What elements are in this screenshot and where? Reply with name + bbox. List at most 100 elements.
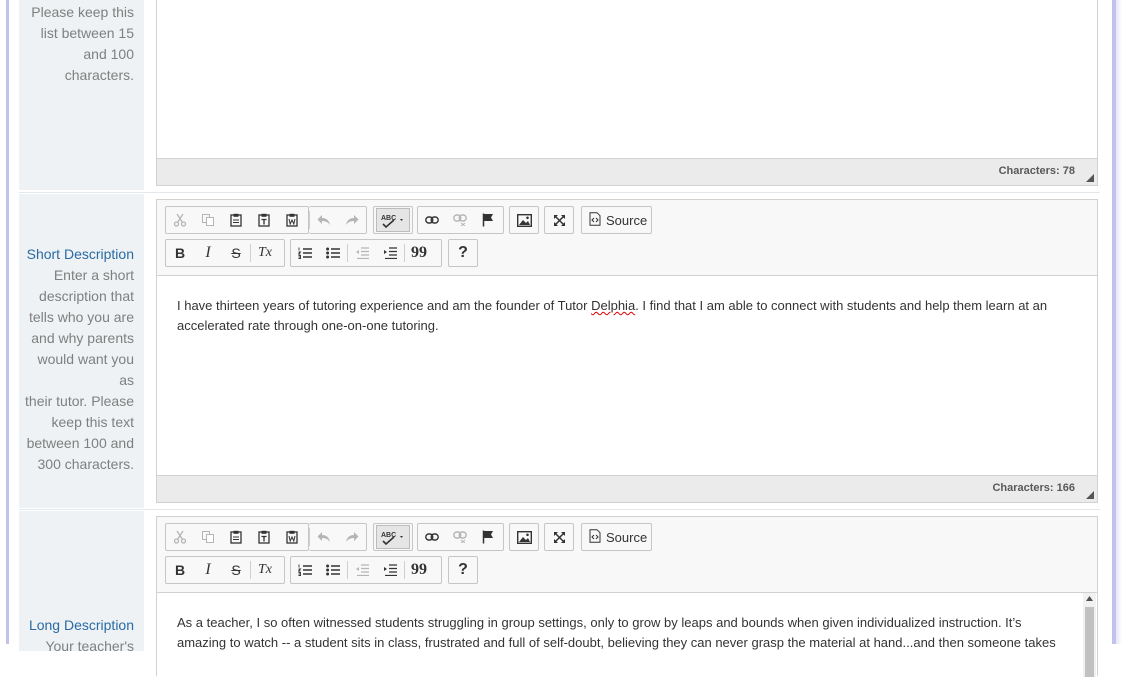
bold-icon[interactable]: B: [166, 240, 194, 266]
image-group: [509, 523, 539, 551]
list-group: 99: [290, 239, 442, 267]
source-button[interactable]: Source: [582, 528, 654, 546]
link-group: [417, 206, 504, 234]
link-icon[interactable]: [418, 524, 446, 550]
editor-toolbar: ABC Source B I S Tx 99 ?: [157, 517, 1097, 593]
source-button[interactable]: Source: [582, 211, 654, 229]
vertical-scrollbar[interactable]: [1083, 593, 1096, 677]
short-description-paragraph: I have thirteen years of tutoring experi…: [177, 298, 1048, 333]
numbered-list-icon[interactable]: [291, 557, 319, 583]
paste-text-icon[interactable]: [250, 524, 278, 550]
blockquote-icon[interactable]: 99: [405, 240, 433, 266]
image-icon[interactable]: [510, 207, 538, 233]
maximize-group: [544, 206, 574, 234]
long-description-paragraph: As a teacher, I so often witnessed stude…: [177, 615, 1056, 650]
undo-icon[interactable]: [310, 207, 338, 233]
source-group: Source: [581, 523, 652, 551]
help-icon[interactable]: ?: [449, 240, 477, 266]
paste-icon[interactable]: [222, 524, 250, 550]
redo-icon[interactable]: [338, 524, 366, 550]
strike-icon[interactable]: S: [222, 557, 250, 583]
maximize-icon[interactable]: [545, 524, 573, 550]
short-description-editor: ABC Source B I S Tx 99 ? I have thirteen…: [156, 199, 1098, 503]
long-description-content[interactable]: As a teacher, I so often witnessed stude…: [157, 593, 1097, 677]
blockquote-icon[interactable]: 99: [405, 557, 433, 583]
short-description-content[interactable]: I have thirteen years of tutoring experi…: [157, 276, 1097, 476]
long-description-title: Long Description: [28, 617, 134, 633]
list-help-text: Please keep this list between 15 and 100…: [31, 4, 134, 83]
spellcheck-group: ABC: [373, 523, 413, 551]
cut-icon[interactable]: [166, 524, 194, 550]
help-group: ?: [448, 239, 478, 267]
help-icon[interactable]: ?: [449, 557, 477, 583]
undo-group: [309, 206, 367, 234]
outdent-icon[interactable]: [348, 240, 376, 266]
italic-icon[interactable]: I: [194, 557, 222, 583]
section-divider: [19, 192, 1100, 193]
help-group: ?: [448, 556, 478, 584]
indent-icon[interactable]: [376, 557, 404, 583]
long-description-label: Long Description Your teacher's: [28, 617, 134, 654]
source-group: Source: [581, 206, 652, 234]
short-description-title: Short Description: [26, 246, 134, 262]
resize-handle[interactable]: [1086, 174, 1094, 182]
indent-icon[interactable]: [376, 240, 404, 266]
remove-format-icon[interactable]: Tx: [251, 557, 279, 583]
maximize-icon[interactable]: [545, 207, 573, 233]
image-group: [509, 206, 539, 234]
italic-icon[interactable]: I: [194, 240, 222, 266]
anchor-icon[interactable]: [474, 524, 502, 550]
window-frame-shadow: [1116, 0, 1122, 644]
maximize-group: [544, 523, 574, 551]
editor-toolbar: ABC Source B I S Tx 99 ?: [157, 200, 1097, 276]
label-column-long-description: Long Description Your teacher's: [19, 511, 144, 654]
list-editor-content[interactable]: [157, 0, 1097, 158]
section-divider: [19, 509, 1100, 510]
anchor-icon[interactable]: [474, 207, 502, 233]
resize-handle[interactable]: [1086, 491, 1094, 499]
paste-word-icon[interactable]: [278, 524, 306, 550]
paste-word-icon[interactable]: [278, 207, 306, 233]
paste-icon[interactable]: [222, 207, 250, 233]
misspelled-word[interactable]: Delphia: [591, 298, 635, 313]
long-description-editor: ABC Source B I S Tx 99 ? As a teacher, I…: [156, 516, 1098, 677]
cut-icon[interactable]: [166, 207, 194, 233]
strike-icon[interactable]: S: [222, 240, 250, 266]
label-column-short-description: Short Description Enter a short descript…: [19, 194, 144, 508]
copy-icon[interactable]: [194, 524, 222, 550]
remove-format-icon[interactable]: Tx: [251, 240, 279, 266]
outdent-icon[interactable]: [348, 557, 376, 583]
unlink-icon[interactable]: [446, 207, 474, 233]
clipboard-group: [165, 523, 309, 551]
link-group: [417, 523, 504, 551]
window-frame-left: [6, 0, 9, 644]
copy-icon[interactable]: [194, 207, 222, 233]
undo-icon[interactable]: [310, 524, 338, 550]
list-editor: Characters: 78: [156, 0, 1098, 186]
short-description-footer: Characters: 166: [157, 475, 1097, 502]
spellcheck-icon[interactable]: ABC: [376, 208, 410, 232]
spellcheck-group: ABC: [373, 206, 413, 234]
basicstyles-group: B I S Tx: [165, 239, 285, 267]
character-count: Characters: 166: [992, 482, 1075, 494]
scrollbar-thumb[interactable]: [1085, 607, 1094, 677]
paste-text-icon[interactable]: [250, 207, 278, 233]
label-column-list: Please keep this list between 15 and 100…: [19, 0, 144, 190]
image-icon[interactable]: [510, 524, 538, 550]
scroll-up-icon[interactable]: [1086, 596, 1093, 601]
bold-icon[interactable]: B: [166, 557, 194, 583]
spellcheck-icon[interactable]: ABC: [376, 525, 410, 549]
link-icon[interactable]: [418, 207, 446, 233]
list-editor-footer: Characters: 78: [157, 158, 1097, 185]
unlink-icon[interactable]: [446, 524, 474, 550]
list-group: 99: [290, 556, 442, 584]
character-count: Characters: 78: [998, 165, 1075, 177]
undo-group: [309, 523, 367, 551]
basicstyles-group: B I S Tx: [165, 556, 285, 584]
redo-icon[interactable]: [338, 207, 366, 233]
bulleted-list-icon[interactable]: [319, 557, 347, 583]
numbered-list-icon[interactable]: [291, 240, 319, 266]
source-icon: [589, 211, 601, 229]
bulleted-list-icon[interactable]: [319, 240, 347, 266]
source-icon: [589, 528, 601, 546]
